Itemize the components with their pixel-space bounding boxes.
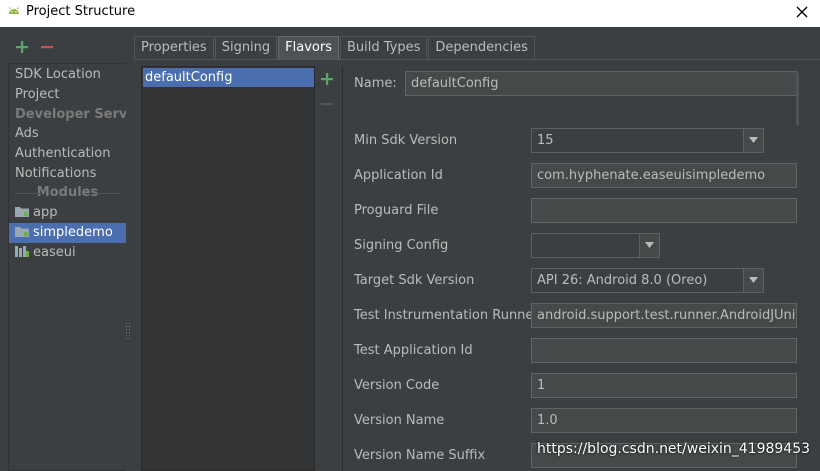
flavor-list: defaultConfig — [141, 66, 315, 471]
splitter-grip-icon[interactable] — [126, 322, 131, 340]
target-sdk-version-label: Target Sdk Version — [354, 273, 475, 288]
dropdown-arrow-icon — [639, 234, 659, 257]
min-sdk-version-label: Min Sdk Version — [354, 133, 458, 148]
sidebar-item-ads[interactable]: Ads — [9, 124, 126, 144]
signing-config-dropdown[interactable] — [531, 233, 660, 258]
plus-icon[interactable] — [15, 40, 29, 54]
sidebar-item-authentication[interactable]: Authentication — [9, 144, 126, 164]
panel-splitter[interactable] — [126, 63, 134, 471]
test-application-id-label: Test Application Id — [354, 343, 473, 358]
folder-module-icon — [15, 227, 29, 237]
window-title: Project Structure — [26, 4, 136, 19]
min-sdk-version-dropdown[interactable]: 15 — [531, 128, 764, 153]
tab-build-types[interactable]: Build Types — [340, 36, 428, 60]
dropdown-arrow-icon — [743, 129, 763, 152]
version-code-field[interactable]: 1 — [531, 373, 797, 398]
tab-flavors[interactable]: Flavors — [278, 36, 339, 60]
sidebar-item-sdk-location[interactable]: SDK Location — [9, 65, 126, 85]
application-id-label: Application Id — [354, 168, 443, 183]
tab-properties[interactable]: Properties — [134, 36, 214, 60]
sidebar-item-easeui[interactable]: easeui — [9, 243, 126, 263]
minus-icon[interactable] — [320, 97, 334, 111]
sidebar-toolbar — [8, 34, 126, 62]
module-tabs: Properties Signing Flavors Build Types D… — [134, 36, 536, 60]
name-label: Name: — [354, 76, 397, 91]
signing-config-label: Signing Config — [354, 238, 449, 253]
android-icon — [9, 7, 19, 14]
flavor-toolbar — [316, 66, 342, 471]
title-bar: Project Structure — [0, 0, 820, 27]
sidebar-item-project[interactable]: Project — [9, 85, 126, 105]
tabs-divider — [134, 59, 820, 60]
target-sdk-version-value: API 26: Android 8.0 (Oreo) — [537, 273, 708, 288]
sidebar-header-modules: Modules — [9, 183, 126, 203]
sidebar-item-simpledemo[interactable]: simpledemo — [9, 223, 126, 243]
sidebar-header-developer-services: Developer Servi... — [15, 107, 126, 122]
sidebar-item-app[interactable]: app — [9, 203, 126, 223]
test-application-id-field[interactable] — [531, 338, 797, 363]
test-instrumentation-runner-field[interactable]: android.support.test.runner.AndroidJUnit… — [531, 303, 797, 328]
version-name-field[interactable]: 1.0 — [531, 408, 797, 433]
list-item[interactable]: defaultConfig — [143, 68, 314, 87]
scrollbar[interactable] — [796, 73, 799, 125]
test-instrumentation-runner-label: Test Instrumentation Runner — [354, 308, 539, 323]
tab-signing[interactable]: Signing — [214, 36, 278, 60]
sidebar: SDK Location Project Developer Servi... … — [8, 63, 126, 471]
version-name-suffix-label: Version Name Suffix — [354, 448, 486, 463]
proguard-file-field[interactable] — [531, 198, 797, 223]
min-sdk-version-value: 15 — [537, 133, 554, 148]
plus-icon[interactable] — [320, 72, 334, 86]
panel-divider — [342, 66, 343, 471]
watermark: https://blog.csdn.net/weixin_41989453 — [537, 441, 811, 457]
library-module-icon — [15, 246, 29, 257]
sidebar-item-label: simpledemo — [33, 225, 113, 240]
dropdown-arrow-icon — [743, 269, 763, 292]
tab-dependencies[interactable]: Dependencies — [428, 36, 535, 60]
name-field[interactable]: defaultConfig — [405, 71, 797, 96]
application-id-field[interactable]: com.hyphenate.easeuisimpledemo — [531, 163, 797, 188]
sidebar-item-label: app — [33, 205, 58, 220]
target-sdk-version-dropdown[interactable]: API 26: Android 8.0 (Oreo) — [531, 268, 764, 293]
minus-icon[interactable] — [40, 40, 54, 54]
sidebar-item-notifications[interactable]: Notifications — [9, 164, 126, 184]
folder-module-icon — [15, 207, 29, 217]
version-code-label: Version Code — [354, 378, 440, 393]
proguard-file-label: Proguard File — [354, 203, 439, 218]
sidebar-item-label: easeui — [33, 245, 76, 260]
close-icon[interactable] — [794, 4, 810, 20]
version-name-label: Version Name — [354, 413, 445, 428]
